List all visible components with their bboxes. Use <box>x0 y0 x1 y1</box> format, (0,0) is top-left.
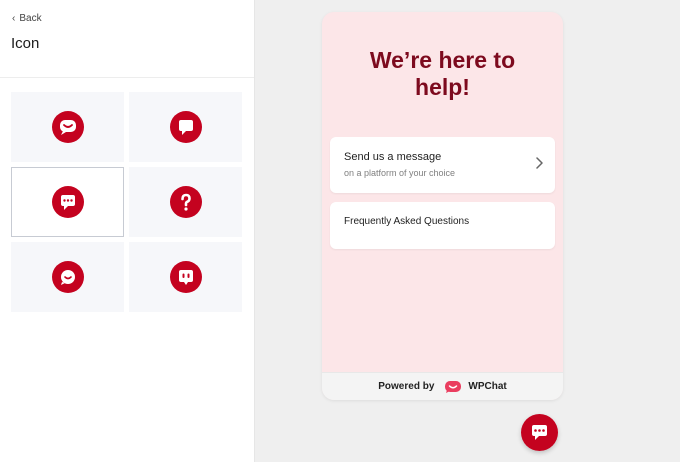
send-message-title: Send us a message <box>344 151 442 163</box>
icon-grid <box>11 92 243 312</box>
send-message-option[interactable]: Send us a message on a platform of your … <box>330 137 555 193</box>
chevron-right-icon <box>536 157 543 169</box>
panel-title: Icon <box>11 35 40 52</box>
icon-option-smile-circle[interactable] <box>11 242 124 312</box>
chat-widget-preview: We’re here to help! Send us a message on… <box>322 12 563 400</box>
widget-headline: We’re here to help! <box>369 47 516 100</box>
faq-title: Frequently Asked Questions <box>344 216 470 227</box>
icon-option-dots-bubble[interactable] <box>11 167 124 237</box>
eyes-square-icon <box>169 261 202 293</box>
chevron-left-icon: ‹ <box>12 12 16 24</box>
question-icon <box>169 186 202 218</box>
icon-option-smile-bubble[interactable] <box>11 92 124 162</box>
back-label: Back <box>19 13 42 24</box>
divider <box>0 77 254 78</box>
dots-bubble-icon <box>521 414 558 451</box>
wpchat-logo-icon <box>445 380 462 393</box>
powered-by-footer: Powered by WPChat <box>322 372 563 400</box>
send-message-subtitle: on a platform of your choice <box>344 168 456 178</box>
dots-bubble-icon <box>51 186 84 218</box>
icon-option-eyes-square[interactable] <box>129 242 242 312</box>
smile-circle-icon <box>51 261 84 293</box>
faq-option[interactable]: Frequently Asked Questions <box>330 202 555 249</box>
smile-bubble-icon <box>51 111 84 143</box>
back-link[interactable]: ‹ Back <box>12 13 42 24</box>
powered-by-label: Powered by <box>378 381 435 392</box>
icon-option-question[interactable] <box>129 167 242 237</box>
chat-launcher-button[interactable] <box>521 414 558 451</box>
icon-settings-panel: ‹ Back Icon <box>0 0 255 462</box>
square-bubble-icon <box>169 111 202 143</box>
brand-name: WPChat <box>468 381 507 392</box>
icon-option-square-bubble[interactable] <box>129 92 242 162</box>
